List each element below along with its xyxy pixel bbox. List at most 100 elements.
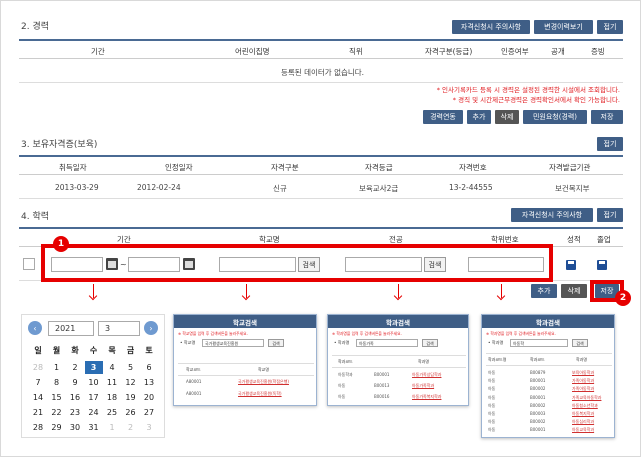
career-empty-row: 등록된 데이터가 없습니다. — [19, 59, 623, 83]
graduation-save-icon[interactable] — [597, 260, 607, 270]
calendar-day[interactable]: 24 — [85, 406, 103, 419]
calendar-day[interactable]: 11 — [103, 376, 121, 389]
degree-result-cell: 아동 — [488, 386, 496, 392]
calendar-day[interactable]: 14 — [29, 391, 47, 404]
cert-issuer: 보건복지부 — [555, 184, 590, 193]
degree-popup-search-button[interactable]: 검색 — [572, 339, 588, 347]
school-popup-col-name: 학교명 — [258, 367, 270, 372]
career-save-button[interactable]: 저장 — [591, 110, 623, 124]
degree-result-cell: B00001 — [530, 394, 546, 400]
calendar-day[interactable]: 10 — [85, 376, 103, 389]
cert-col-number: 자격번호 — [459, 163, 487, 172]
degree-result-cell: 아동 — [488, 370, 496, 375]
calendar-day[interactable]: 4 — [103, 361, 121, 374]
calendar-day[interactable]: 5 — [122, 361, 140, 374]
degree-result-cell: B00879 — [530, 370, 546, 375]
degree-result-link[interactable]: 아동교육학과 — [572, 427, 594, 433]
cert-grade: 보육교사2급 — [359, 184, 399, 193]
calendar-day[interactable]: 15 — [48, 391, 66, 404]
calendar-day[interactable]: 1 — [48, 361, 66, 374]
edu-delete-button[interactable]: 삭제 — [561, 284, 587, 298]
calendar-day[interactable]: 25 — [103, 406, 121, 419]
major-result-link[interactable]: 아동가족상담학과 — [412, 372, 441, 378]
calendar-day[interactable]: 13 — [140, 376, 158, 389]
degree-popup-col-codename: 학과코드명 — [488, 357, 507, 362]
career-add-button[interactable]: 추가 — [467, 110, 491, 124]
calendar-day[interactable]: 3 — [84, 361, 103, 374]
degree-result-cell: 아동 — [488, 427, 496, 433]
degree-result-link[interactable]: 보육아동학과 — [572, 370, 594, 376]
degree-result-link[interactable]: 가족교육아동학과 — [572, 395, 601, 401]
calendar-day[interactable]: 18 — [103, 391, 121, 404]
calendar-day[interactable]: 22 — [48, 406, 66, 419]
edu-add-button[interactable]: 추가 — [531, 284, 557, 298]
calendar-day[interactable]: 7 — [29, 376, 47, 389]
cert-col-type: 자격구분 — [271, 163, 299, 172]
calendar-day[interactable]: 20 — [140, 391, 158, 404]
next-month-icon[interactable]: › — [144, 321, 158, 335]
major-popup-input[interactable]: 아동가족 — [356, 339, 418, 347]
calendar-day[interactable]: 16 — [66, 391, 84, 404]
weekday-label: 일 — [34, 346, 42, 355]
weekday-label: 금 — [126, 346, 135, 355]
prev-month-icon[interactable]: ‹ — [28, 321, 42, 335]
career-request-button[interactable]: 민원요청(경력) — [523, 110, 587, 124]
career-notice-button[interactable]: 자격신청시 주의사항 — [452, 20, 530, 34]
career-col-public: 공개 — [551, 47, 565, 56]
calendar-day[interactable]: 28 — [29, 361, 47, 374]
cert-col-approved: 인정일자 — [165, 163, 193, 172]
school-row-2-name[interactable]: 국가평생교육진흥원(독학) — [238, 391, 282, 397]
major-result-cell: 아동학과 — [338, 372, 353, 377]
school-row-1-name[interactable]: 국가평생교육진흥원(학점은행) — [238, 379, 289, 385]
edu-row-checkbox[interactable] — [23, 258, 35, 270]
cert-collapse-button[interactable]: 접기 — [597, 137, 623, 151]
degree-result-link[interactable]: 아동복지학과 — [572, 411, 594, 417]
degree-result-link[interactable]: 가족아동학과 — [572, 378, 594, 384]
degree-result-link[interactable]: 가족아동학과 — [572, 386, 594, 392]
calendar-day[interactable]: 28 — [29, 421, 47, 434]
edu-notice-button[interactable]: 자격신청시 주의사항 — [511, 208, 593, 222]
calendar-day[interactable]: 19 — [122, 391, 140, 404]
calendar-day[interactable]: 27 — [140, 406, 158, 419]
career-col-certified: 인증여부 — [501, 47, 529, 56]
calendar-day[interactable]: 3 — [140, 421, 158, 434]
calendar-day[interactable]: 2 — [66, 361, 84, 374]
school-popup-search-button[interactable]: 검색 — [268, 339, 284, 347]
calendar-day[interactable]: 1 — [103, 421, 121, 434]
calendar-day[interactable]: 21 — [29, 406, 47, 419]
degree-popup-input[interactable]: 아동학 — [510, 339, 568, 347]
calendar-day[interactable]: 9 — [66, 376, 84, 389]
degree-result-link[interactable]: 아동청소년학과 — [572, 403, 598, 409]
calendar-day[interactable]: 31 — [85, 421, 103, 434]
school-popup-input[interactable]: 국가평생교육진흥원 — [202, 339, 264, 347]
calendar-day[interactable]: 29 — [48, 421, 66, 434]
calendar-day[interactable]: 2 — [122, 421, 140, 434]
career-table-header: 기간 어린이집명 직위 자격구분(등급) 인증여부 공개 증빙 — [19, 39, 623, 59]
arrow-to-degree-popup — [501, 284, 502, 298]
year-select[interactable]: 2021 — [48, 321, 94, 336]
degree-result-cell: B00002 — [530, 419, 546, 425]
edu-collapse-button[interactable]: 접기 — [597, 208, 623, 222]
calendar-day[interactable]: 26 — [122, 406, 140, 419]
calendar-day[interactable]: 30 — [66, 421, 84, 434]
degree-result-cell: 아동 — [488, 394, 496, 400]
calendar-day[interactable]: 23 — [66, 406, 84, 419]
calendar-day[interactable]: 12 — [122, 376, 140, 389]
calendar-day[interactable]: 17 — [85, 391, 103, 404]
school-popup-note: ※ 학교명을 입력 후 검색버튼을 눌러주세요. — [178, 331, 248, 336]
career-col-proof: 증빙 — [591, 47, 605, 56]
calendar-day[interactable]: 6 — [140, 361, 158, 374]
career-sync-button[interactable]: 경력연동 — [423, 110, 463, 124]
major-popup-search-button[interactable]: 검색 — [422, 339, 438, 347]
career-collapse-button[interactable]: 접기 — [597, 20, 623, 34]
calendar-day[interactable]: 8 — [48, 376, 66, 389]
degree-result-link[interactable]: 아동심리학과 — [572, 419, 594, 425]
major-result-link[interactable]: 아동가족복지학과 — [412, 394, 441, 400]
career-delete-button[interactable]: 삭제 — [495, 110, 519, 124]
month-select[interactable]: 3 — [98, 321, 140, 336]
score-save-icon[interactable] — [566, 260, 576, 270]
major-result-link[interactable]: 아동가족학과 — [412, 383, 434, 389]
degree-result-cell: 아동 — [488, 419, 496, 425]
history-button[interactable]: 변경이력보기 — [534, 20, 593, 34]
career-col-period: 기간 — [91, 47, 105, 56]
